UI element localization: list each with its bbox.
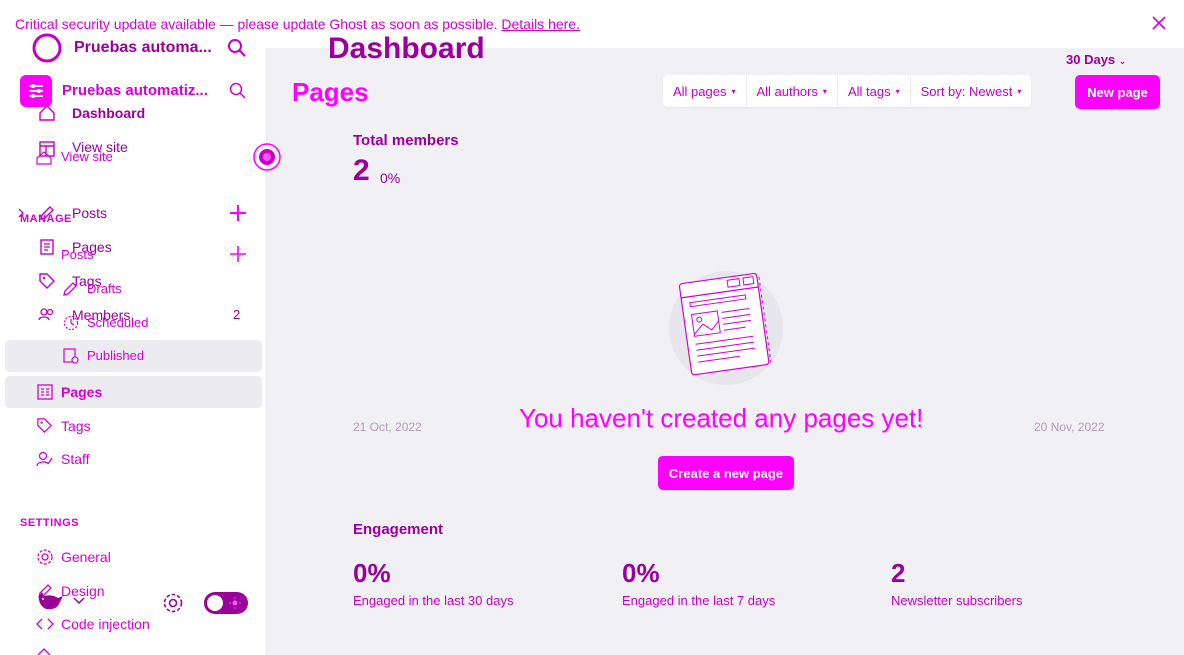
pen-icon: [38, 204, 56, 222]
plus-icon[interactable]: [229, 245, 247, 263]
record-icon[interactable]: [252, 142, 282, 172]
pages-title: Pages: [292, 77, 369, 107]
nav-scheduled[interactable]: Scheduled: [87, 315, 148, 330]
newsletter-subscribers-label: Newsletter subscribers: [891, 593, 1023, 608]
filter-sort[interactable]: Sort by: Newest ▾: [911, 75, 1032, 107]
settings-heading: SETTINGS: [20, 517, 80, 529]
chevron-down-icon: ▾: [1017, 86, 1022, 96]
chart-start-date: 21 Oct, 2022: [353, 420, 422, 434]
page-icon: [37, 384, 53, 400]
home-icon: [36, 151, 52, 165]
new-page-button[interactable]: New page: [1075, 75, 1160, 109]
filter-bar: All pages ▾ All authors ▾ All tags ▾ Sort b…: [663, 75, 1032, 107]
engagement-30d-label: Engaged in the last 30 days: [353, 593, 514, 608]
chevron-down-icon: ▾: [731, 86, 736, 96]
nav-posts[interactable]: Posts: [72, 205, 107, 221]
date-range-select[interactable]: 30 Days ⌄: [1066, 52, 1126, 67]
filter-sort-label: Sort by: Newest: [920, 83, 1013, 99]
chevron-down-icon: ⌄: [1118, 56, 1127, 66]
home-icon: [38, 104, 56, 122]
site-icon[interactable]: [20, 75, 52, 107]
date-range-label: 30 Days: [1066, 52, 1116, 67]
nav-dashboard[interactable]: Dashboard: [72, 105, 145, 121]
engagement-7d-value: 0%: [622, 558, 660, 588]
nav-drafts[interactable]: Drafts: [87, 281, 122, 296]
clock-icon: [63, 315, 79, 331]
close-icon[interactable]: [1152, 16, 1166, 30]
nav-tags-secondary[interactable]: Tags: [61, 418, 91, 434]
code-icon: [36, 616, 54, 632]
total-members-change: 0%: [380, 170, 401, 186]
dark-mode-toggle[interactable]: [204, 592, 248, 614]
gear-icon[interactable]: [162, 592, 184, 614]
filter-author[interactable]: All authors ▾: [747, 75, 838, 107]
empty-pages-illustration: [665, 268, 787, 386]
nav-posts-secondary[interactable]: Posts: [61, 247, 94, 262]
staff-icon: [36, 450, 54, 468]
filter-tag-label: All tags: [847, 83, 891, 99]
newsletter-subscribers-value: 2: [891, 558, 906, 588]
nav-view-site-secondary[interactable]: View site: [61, 149, 113, 164]
filter-type[interactable]: All pages ▾: [663, 75, 747, 107]
gear-icon: [36, 548, 54, 566]
members-count-badge: 2: [233, 307, 241, 322]
filter-type-label: All pages: [673, 83, 727, 99]
members-icon: [38, 306, 56, 324]
nav-staff[interactable]: Staff: [61, 451, 90, 467]
page-icon: [38, 238, 56, 256]
chevron-down-icon: ▾: [895, 86, 900, 96]
banner-message: Critical security update available — ple…: [15, 16, 580, 32]
chevron-down-icon[interactable]: [73, 597, 85, 605]
published-icon: [63, 348, 79, 364]
nav-published[interactable]: Published: [87, 348, 144, 363]
site-title-secondary[interactable]: Pruebas automatiz...: [62, 82, 208, 99]
create-page-button[interactable]: Create a new page: [658, 455, 794, 490]
tag-icon: [36, 417, 53, 434]
cat-icon[interactable]: [36, 590, 66, 612]
chevron-down-icon: ▾: [822, 86, 827, 96]
total-members-label: Total members: [353, 132, 459, 149]
pencil-icon: [62, 281, 78, 297]
integrations-icon: [36, 647, 52, 655]
ghost-logo-icon[interactable]: [32, 33, 62, 63]
dashboard-title: Dashboard: [328, 32, 485, 65]
tag-icon: [38, 272, 56, 290]
filter-author-label: All authors: [756, 83, 818, 99]
nav-general[interactable]: General: [61, 549, 111, 565]
nav-pages-active[interactable]: Pages: [61, 384, 102, 400]
search-icon[interactable]: [227, 38, 247, 58]
empty-state-message: You haven't created any pages yet!: [519, 403, 924, 433]
nav-code-injection[interactable]: Code injection: [61, 616, 150, 632]
plus-icon[interactable]: [229, 204, 247, 222]
chart-end-date: 20 Nov, 2022: [1034, 420, 1105, 434]
site-title[interactable]: Pruebas automa...: [74, 39, 212, 57]
engagement-7d-label: Engaged in the last 7 days: [622, 593, 776, 608]
banner-text: Critical security update available — ple…: [15, 16, 498, 32]
filter-tag[interactable]: All tags ▾: [838, 75, 911, 107]
toggle-knob: [207, 595, 223, 611]
engagement-30d-value: 0%: [353, 558, 391, 588]
search-icon[interactable]: [229, 82, 247, 100]
banner-details-link[interactable]: Details here.: [501, 16, 580, 32]
sun-icon: [229, 597, 241, 609]
total-members-value: 2: [353, 154, 370, 187]
engagement-title: Engagement: [353, 521, 444, 538]
